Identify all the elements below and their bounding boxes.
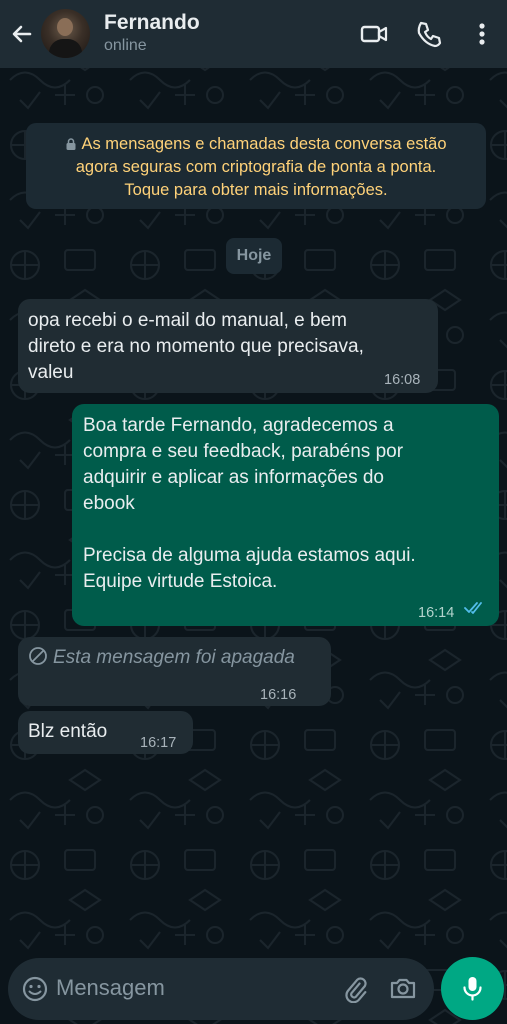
- avatar-face: [57, 18, 73, 36]
- read-ticks-icon: [464, 601, 486, 615]
- encryption-line-1: As mensagens e chamadas desta conversa e…: [81, 135, 447, 153]
- deleted-icon: [28, 646, 48, 666]
- message-text: Blz então: [28, 721, 108, 742]
- mic-button[interactable]: [441, 957, 504, 1020]
- contact-name[interactable]: Fernando: [104, 11, 200, 35]
- message-composer: Mensagem: [8, 958, 434, 1020]
- message-incoming[interactable]: opa recebi o e-mail do manual, e bem dir…: [18, 299, 438, 393]
- message-text-line: Equipe virtude Estoica.: [83, 571, 278, 592]
- message-time: 16:14: [418, 605, 455, 621]
- camera-icon[interactable]: [389, 974, 417, 1002]
- phone-icon[interactable]: [415, 20, 443, 48]
- message-text-line: ebook: [83, 493, 135, 514]
- message-deleted[interactable]: Esta mensagem foi apagada 16:16: [18, 637, 331, 706]
- message-incoming[interactable]: Blz então 16:17: [18, 711, 193, 754]
- message-text-line: direto e era no momento que precisava,: [28, 336, 364, 357]
- avatar-body: [49, 39, 82, 58]
- avatar[interactable]: [41, 9, 90, 58]
- attach-icon[interactable]: [341, 975, 369, 1003]
- message-time: 16:17: [140, 735, 177, 751]
- message-time: 16:16: [260, 687, 297, 703]
- message-text-line: valeu: [28, 362, 74, 383]
- message-text-line: Precisa de alguma ajuda estamos aqui.: [83, 545, 416, 566]
- encryption-notice[interactable]: As mensagens e chamadas desta conversa e…: [26, 123, 486, 209]
- video-call-icon[interactable]: [360, 20, 388, 48]
- encryption-notice-line: As mensagens e chamadas desta conversa e…: [36, 133, 476, 156]
- message-text-line: adquirir e aplicar as informações do: [83, 467, 384, 488]
- message-time: 16:08: [384, 372, 421, 388]
- message-outgoing[interactable]: Boa tarde Fernando, agradecemos a compra…: [72, 404, 499, 626]
- message-text-line: opa recebi o e-mail do manual, e bem: [28, 310, 347, 331]
- message-text-line: compra e seu feedback, parabéns por: [83, 441, 404, 462]
- contact-status: online: [104, 37, 147, 54]
- encryption-line-2: agora seguras com criptografia de ponta …: [75, 158, 437, 176]
- encryption-line-3: Toque para obter mais informações.: [124, 181, 388, 199]
- emoji-icon[interactable]: [21, 975, 49, 1003]
- more-vert-icon[interactable]: [468, 20, 496, 48]
- chat-header: Fernando online: [0, 0, 507, 68]
- lock-icon: [65, 138, 77, 150]
- message-input[interactable]: Mensagem: [56, 975, 165, 1001]
- message-text-line: Boa tarde Fernando, agradecemos a: [83, 415, 394, 436]
- deleted-message-text: Esta mensagem foi apagada: [53, 647, 295, 668]
- mic-icon: [458, 974, 487, 1003]
- date-chip: Hoje: [226, 238, 282, 274]
- back-arrow-icon[interactable]: [8, 20, 36, 48]
